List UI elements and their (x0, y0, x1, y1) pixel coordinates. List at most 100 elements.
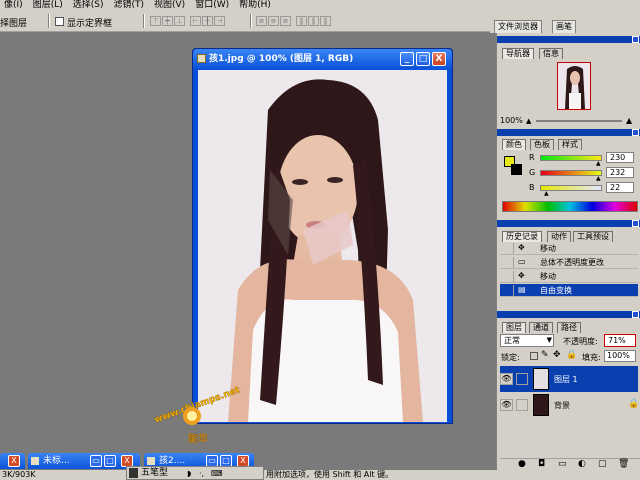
new-set-icon[interactable]: ▭ (558, 459, 567, 469)
opacity-input[interactable]: 71% (604, 334, 636, 347)
palette-close-icon[interactable] (632, 129, 639, 136)
channel-value-input[interactable]: 22 (606, 182, 634, 193)
show-bounds-checkbox[interactable] (55, 17, 64, 26)
history-item[interactable]: ✥ 移动 (500, 270, 638, 283)
layer-mask-icon[interactable]: ◘ (538, 459, 545, 469)
tab-file-browser[interactable]: 文件浏览器 (494, 20, 542, 33)
distribute-right-icon[interactable]: ‖ (320, 16, 331, 26)
distribute-hcenter-icon[interactable]: ‖ (308, 16, 319, 26)
minimize-button[interactable]: _ (400, 52, 414, 66)
lock-transparency-checkbox[interactable] (530, 352, 538, 360)
tab-channels[interactable]: 通道 (529, 322, 553, 333)
history-item[interactable]: ▭ 总体不透明度更改 (500, 256, 638, 269)
history-item-selected[interactable]: ▤ 自由变换 (500, 284, 638, 297)
menu-window[interactable]: 窗口(W) (191, 0, 235, 11)
auto-select-layer-label[interactable]: 择图层 (0, 16, 27, 29)
color-palette-titlebar[interactable] (497, 129, 640, 136)
history-brush-source[interactable] (500, 243, 514, 254)
layer-style-icon[interactable]: ● (518, 459, 526, 469)
tab-brushes[interactable]: 画笔 (552, 20, 576, 33)
history-item[interactable]: ✥ 移动 (500, 242, 638, 255)
zoom-in-icon[interactable]: ▲ (626, 116, 632, 125)
adjustment-layer-icon[interactable]: ◐ (578, 459, 586, 469)
restore-button[interactable]: ▭ (90, 455, 102, 467)
menu-view[interactable]: 视图(V) (150, 0, 191, 11)
brush-link-icon[interactable] (516, 373, 528, 385)
history-brush-source[interactable] (500, 285, 514, 296)
ime-toolbar[interactable]: 五笔型 ◗ ·, ⌨ (126, 466, 264, 480)
minimized-window-1[interactable]: X (0, 453, 25, 469)
slider-handle-icon[interactable]: ▲ (544, 191, 549, 197)
align-bottom-icon[interactable]: ⊥ (174, 16, 185, 26)
layer-name[interactable]: 图层 1 (554, 374, 578, 385)
palette-close-icon[interactable] (632, 311, 639, 318)
navigator-zoom-value[interactable]: 100% (500, 116, 523, 125)
minimized-window-2[interactable]: 未标... ▭ □ X (28, 453, 140, 469)
ime-keyboard-icon[interactable]: ⌨ (211, 468, 223, 480)
align-left-icon[interactable]: ⊢ (190, 16, 201, 26)
tab-actions[interactable]: 动作 (547, 231, 571, 242)
align-right-icon[interactable]: ⊣ (214, 16, 225, 26)
align-top-icon[interactable]: ⊤ (150, 16, 161, 26)
document-window[interactable]: 孩1.jpg @ 100% (图层 1, RGB) _ □ X (192, 48, 453, 424)
distribute-bottom-icon[interactable]: ≡ (280, 16, 291, 26)
eye-icon[interactable]: 👁 (500, 399, 513, 411)
background-color-swatch[interactable] (511, 164, 522, 175)
channel-value-input[interactable]: 232 (606, 167, 634, 178)
distribute-vcenter-icon[interactable]: ≡ (268, 16, 279, 26)
eye-icon[interactable]: 👁 (500, 373, 513, 385)
lock-all-icon[interactable]: 🔒 (566, 350, 577, 360)
tab-navigator[interactable]: 导航器 (502, 48, 534, 59)
ime-halfwidth-icon[interactable]: ◗ (187, 468, 191, 480)
distribute-top-icon[interactable]: ≡ (256, 16, 267, 26)
ime-mode-label[interactable]: 五笔型 (141, 467, 168, 479)
fill-input[interactable]: 100% (604, 350, 636, 362)
channel-value-input[interactable]: 230 (606, 152, 634, 163)
menu-image[interactable]: 像(I) (0, 0, 29, 11)
tab-layers[interactable]: 图层 (502, 322, 526, 333)
layers-palette-titlebar[interactable] (497, 311, 640, 318)
image-canvas[interactable] (198, 70, 447, 422)
tab-paths[interactable]: 路径 (557, 322, 581, 333)
layer-row[interactable]: 👁 背景 🔒 (500, 392, 639, 418)
history-brush-source[interactable] (500, 271, 514, 282)
tab-info[interactable]: 信息 (539, 48, 563, 59)
new-layer-icon[interactable]: ▢ (598, 459, 607, 469)
maximize-button[interactable]: □ (104, 455, 116, 467)
color-spectrum-bar[interactable] (502, 201, 638, 212)
blend-mode-select[interactable]: 正常 ▼ (500, 334, 554, 347)
channel-slider[interactable] (540, 155, 602, 161)
distribute-left-icon[interactable]: ‖ (296, 16, 307, 26)
menu-select[interactable]: 选择(S) (69, 0, 110, 11)
align-hcenter-icon[interactable]: ╂ (202, 16, 213, 26)
ime-punct-icon[interactable]: ·, (199, 468, 204, 480)
maximize-button[interactable]: □ (416, 52, 430, 66)
lock-position-icon[interactable]: ✥ (553, 350, 561, 360)
align-vcenter-icon[interactable]: ┿ (162, 16, 173, 26)
palette-close-icon[interactable] (632, 36, 639, 43)
layer-row-selected[interactable]: 👁 图层 1 (500, 366, 638, 392)
tab-tool-presets[interactable]: 工具预设 (573, 231, 613, 242)
channel-slider[interactable] (540, 185, 602, 191)
menu-help[interactable]: 帮助(H) (235, 0, 277, 11)
menu-layer[interactable]: 图层(L) (29, 0, 69, 11)
tab-history[interactable]: 历史记录 (502, 231, 542, 242)
lock-image-icon[interactable]: ✎ (541, 350, 549, 360)
navigator-thumbnail[interactable] (557, 62, 591, 110)
close-button[interactable]: X (8, 455, 20, 467)
delete-layer-icon[interactable]: 🗑 (618, 459, 629, 469)
channel-slider[interactable] (540, 170, 602, 176)
close-button[interactable]: X (432, 52, 446, 66)
tab-color[interactable]: 颜色 (502, 139, 526, 150)
navigator-palette-titlebar[interactable] (497, 36, 640, 43)
tab-styles[interactable]: 样式 (558, 139, 582, 150)
menu-filter[interactable]: 滤镜(T) (109, 0, 150, 11)
zoom-slider[interactable] (536, 120, 622, 122)
history-brush-source[interactable] (500, 257, 514, 268)
tab-swatches[interactable]: 色板 (530, 139, 554, 150)
layer-name[interactable]: 背景 (554, 400, 570, 411)
link-slot[interactable] (516, 399, 528, 411)
history-palette-titlebar[interactable] (497, 220, 640, 227)
palette-close-icon[interactable] (632, 220, 639, 227)
zoom-out-icon[interactable]: ▲ (526, 117, 531, 126)
